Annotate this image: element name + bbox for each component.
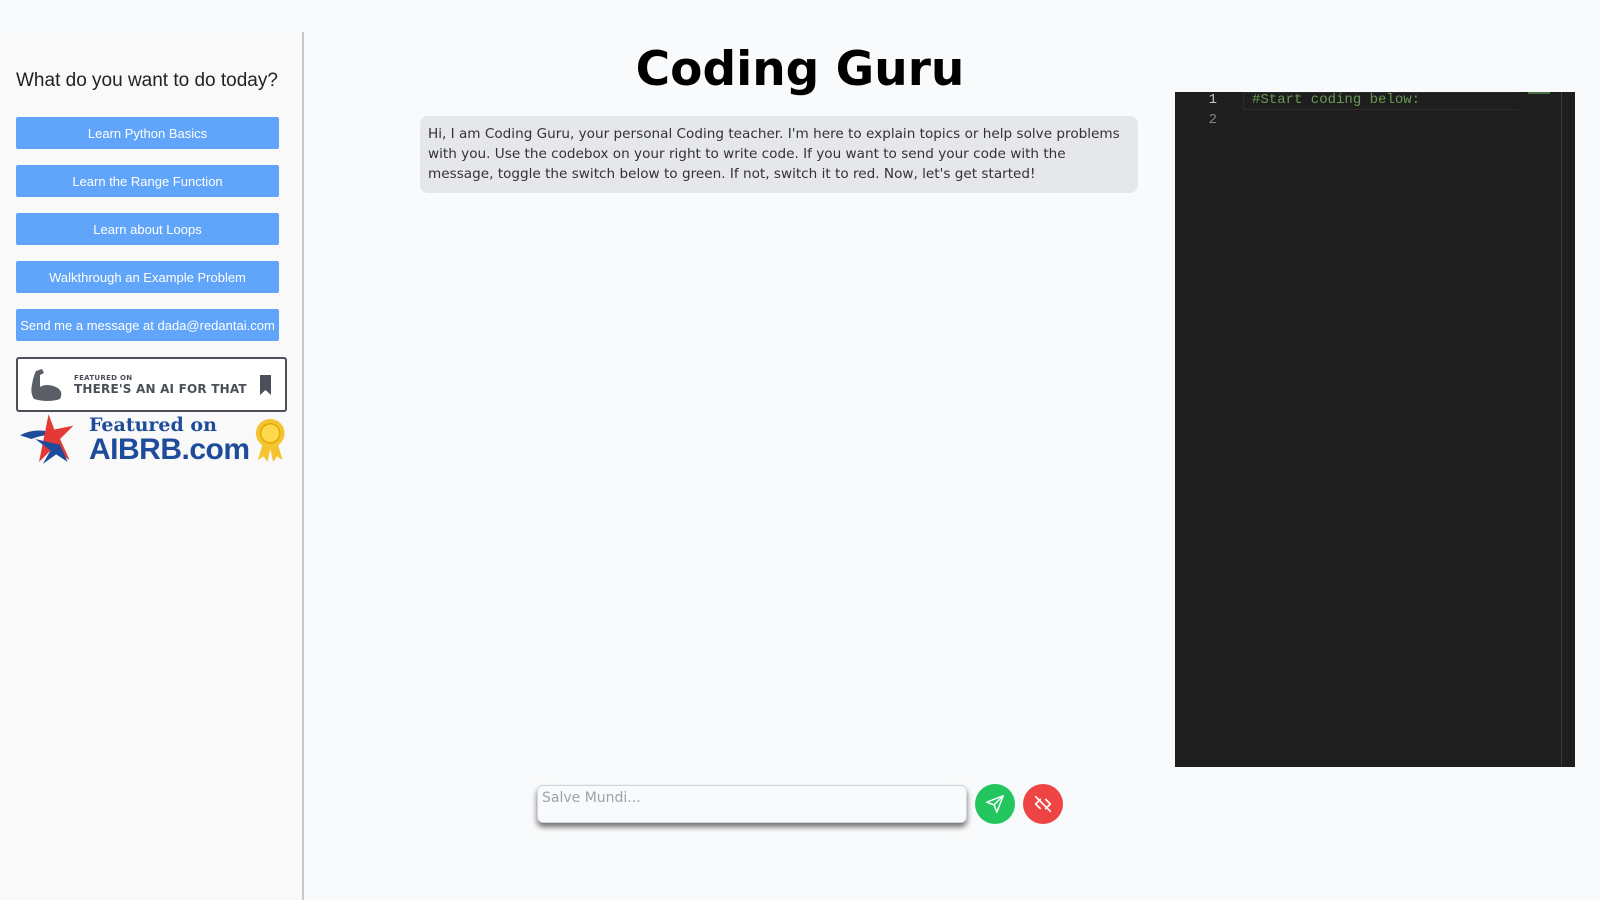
learn-range-function-button[interactable]: Learn the Range Function xyxy=(16,165,279,197)
page-title: Coding Guru xyxy=(635,42,965,97)
aibrb-badge[interactable]: Featured on AIBRB.com xyxy=(18,412,286,468)
line-code[interactable]: #Start coding below: xyxy=(1252,92,1420,108)
assistant-message: Hi, I am Coding Guru, your personal Codi… xyxy=(420,116,1138,193)
taaft-name: THERE'S AN AI FOR THAT xyxy=(74,381,247,396)
sidebar: What do you want to do today? Learn Pyth… xyxy=(0,32,304,900)
message-input[interactable] xyxy=(537,785,967,823)
line-number: 1 xyxy=(1208,92,1217,108)
aibrb-featured-label: Featured on xyxy=(88,413,217,436)
award-ribbon-icon xyxy=(255,418,285,462)
sidebar-heading: What do you want to do today? xyxy=(16,70,278,91)
aibrb-domain: AIBRB.com xyxy=(88,432,250,466)
editor-line[interactable]: 1 #Start coding below: xyxy=(1175,92,1575,112)
theres-an-ai-for-that-badge[interactable]: FEATURED ON THERE'S AN AI FOR THAT xyxy=(16,357,287,412)
code-off-icon xyxy=(1034,795,1052,813)
code-toggle-button[interactable] xyxy=(1023,784,1063,824)
bookmark-icon xyxy=(260,375,271,395)
learn-loops-button[interactable]: Learn about Loops xyxy=(16,213,279,245)
send-button[interactable] xyxy=(975,784,1015,824)
walkthrough-example-button[interactable]: Walkthrough an Example Problem xyxy=(16,261,279,293)
star-swoosh-icon xyxy=(19,414,74,464)
learn-python-basics-button[interactable]: Learn Python Basics xyxy=(16,117,279,149)
aibrb-text: Featured on AIBRB.com xyxy=(88,413,250,466)
send-email-button[interactable]: Send me a message at dada@redantai.com xyxy=(16,309,279,341)
line-number: 2 xyxy=(1208,112,1217,128)
taaft-featured-label: FEATURED ON xyxy=(74,373,133,382)
code-editor[interactable]: 1 #Start coding below: 2 xyxy=(1175,92,1575,767)
editor-scrollbar[interactable] xyxy=(1561,92,1562,767)
editor-line[interactable]: 2 xyxy=(1175,112,1575,132)
send-icon xyxy=(986,795,1004,813)
taaft-text: FEATURED ON THERE'S AN AI FOR THAT xyxy=(74,374,247,396)
flexed-arm-icon xyxy=(31,368,62,401)
